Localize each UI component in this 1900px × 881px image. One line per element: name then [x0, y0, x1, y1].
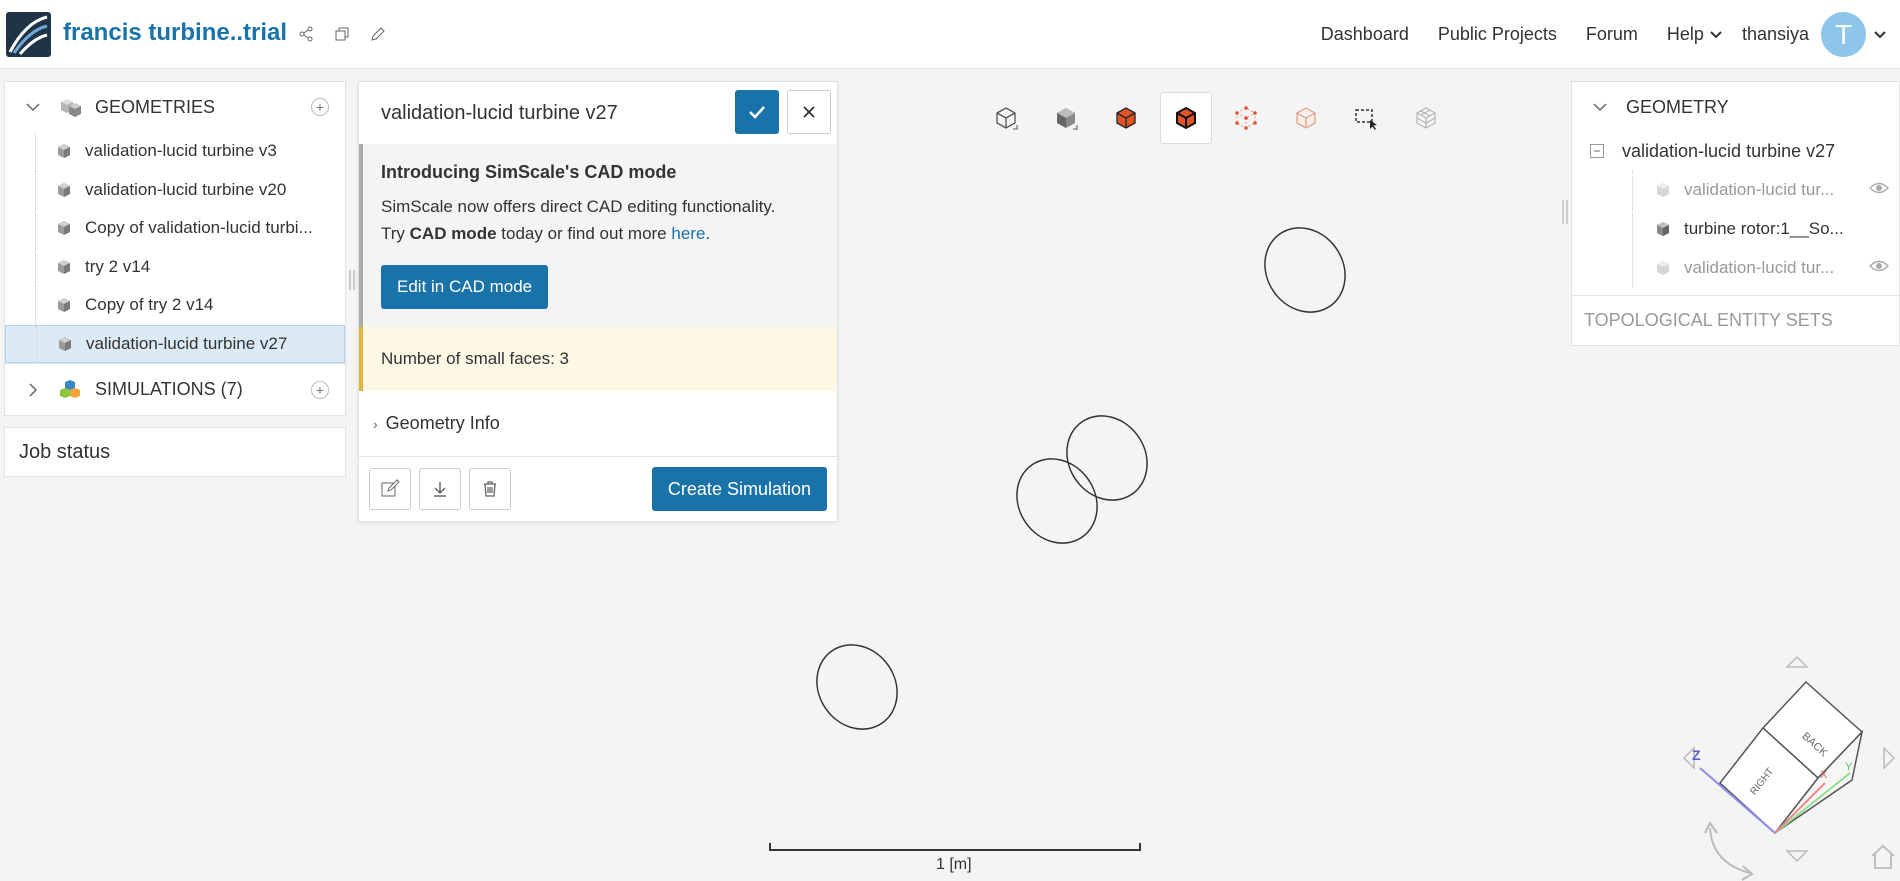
- geometry-parts-list: validation-lucid tur... turbine rotor:1__…: [1572, 170, 1899, 287]
- geometry-root-label: validation-lucid turbine v27: [1622, 140, 1836, 161]
- axis-z-label: Z: [1692, 747, 1701, 763]
- chevron-down-icon[interactable]: [1590, 102, 1610, 112]
- part-icon: [1657, 221, 1669, 236]
- part-label: validation-lucid tur...: [1684, 257, 1835, 277]
- rotate-icon: [1704, 821, 1754, 881]
- axis-x-label: X: [1820, 769, 1828, 781]
- collapse-icon[interactable]: −: [1590, 144, 1604, 158]
- geometry-tree-label: GEOMETRY: [1626, 96, 1729, 117]
- part-icon: [1657, 260, 1669, 275]
- axis-y-label: Y: [1845, 761, 1853, 773]
- navigation-cube[interactable]: BACK RIGHT Z X Y: [1680, 648, 1900, 881]
- eye-icon[interactable]: [1869, 181, 1889, 195]
- arrow-down-icon: [1785, 850, 1809, 863]
- geometry-root-node[interactable]: − validation-lucid turbine v27: [1572, 132, 1899, 170]
- arrow-up-icon: [1785, 655, 1809, 668]
- part-label: validation-lucid tur...: [1684, 179, 1835, 199]
- eye-icon[interactable]: [1869, 259, 1889, 273]
- scale-label: 1 [m]: [936, 856, 972, 873]
- part-label: turbine rotor:1__So...: [1684, 218, 1844, 238]
- part-icon: [1657, 182, 1669, 197]
- arrow-right-icon: [1883, 746, 1896, 770]
- geometry-part-item[interactable]: validation-lucid tur...: [1572, 248, 1899, 287]
- home-icon: [1871, 844, 1895, 869]
- scale-bar: [769, 843, 1141, 851]
- topological-entity-sets-header[interactable]: TOPOLOGICAL ENTITY SETS: [1572, 295, 1899, 345]
- topological-entity-sets-label: TOPOLOGICAL ENTITY SETS: [1584, 310, 1833, 330]
- geometry-tree-header[interactable]: GEOMETRY: [1572, 82, 1899, 132]
- right-panel-resize-handle[interactable]: [1562, 200, 1568, 224]
- geometry-tree-panel: GEOMETRY − validation-lucid turbine v27 …: [1571, 81, 1900, 346]
- geometry-part-item[interactable]: turbine rotor:1__So...: [1572, 209, 1899, 248]
- geometry-part-item[interactable]: validation-lucid tur...: [1572, 170, 1899, 209]
